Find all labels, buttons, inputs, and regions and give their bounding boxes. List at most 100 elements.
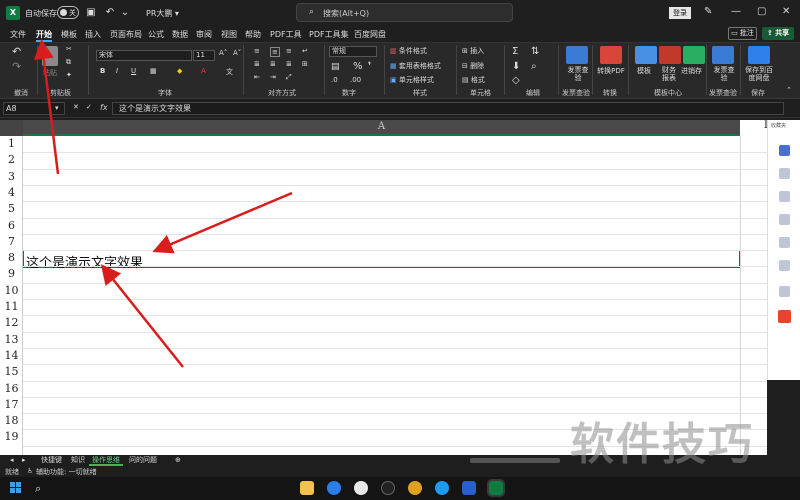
sheet-tab[interactable]: 快捷键 (38, 455, 65, 466)
undo-history-icon[interactable]: ↶ (103, 6, 117, 20)
orientation-icon[interactable]: ⤢ (286, 73, 292, 82)
save-icon[interactable]: ▣ (84, 6, 98, 20)
cell-style-button[interactable]: ▣ 单元格样式 (390, 75, 434, 85)
close-icon[interactable]: ✕ (782, 6, 790, 17)
fill-icon[interactable]: ⬇ (512, 61, 520, 72)
word-icon[interactable] (462, 481, 476, 495)
underline-icon[interactable]: U (131, 67, 136, 75)
menu-baidu-netdisk[interactable]: 百度网盘 (354, 29, 386, 40)
align-middle-icon[interactable]: ≡ (270, 47, 280, 57)
pen-icon[interactable]: ✎ (704, 6, 712, 17)
menu-pdf-toolset[interactable]: PDF工具集 (309, 29, 349, 40)
menu-insert[interactable]: 插入 (85, 29, 101, 40)
menu-home[interactable]: 开始 (36, 29, 52, 42)
find-select-icon[interactable]: ⌕ (531, 61, 537, 72)
next-sheet-icon[interactable]: ▸ (22, 456, 26, 464)
row-header[interactable]: 18 (0, 413, 23, 429)
font-size-select[interactable]: 11 (193, 50, 215, 61)
menu-view[interactable]: 视图 (221, 29, 237, 40)
format-painter-icon[interactable]: ✦ (66, 71, 72, 79)
cancel-entry-icon[interactable]: ✕ (73, 103, 79, 111)
redo-icon[interactable]: ↷ (12, 60, 21, 73)
row-header[interactable]: 11 (0, 299, 23, 315)
border-icon[interactable]: ▦ (150, 67, 157, 75)
menu-pdf-tools[interactable]: PDF工具 (270, 29, 302, 40)
confirm-entry-icon[interactable]: ✓ (86, 103, 92, 111)
row-header[interactable]: 15 (0, 364, 23, 380)
invoice-check-icon[interactable] (566, 46, 588, 64)
increase-decimal-icon[interactable]: .0 (331, 76, 338, 84)
side-tool-icon[interactable] (779, 214, 790, 225)
autosum-icon[interactable]: Σ (512, 46, 518, 57)
align-center-icon[interactable]: ≣ (270, 60, 276, 68)
side-tool-icon[interactable] (779, 237, 790, 248)
side-app-icon[interactable] (778, 310, 791, 323)
percent-icon[interactable]: % (353, 61, 363, 72)
horizontal-scrollbar[interactable] (470, 458, 560, 463)
add-sheet-icon[interactable]: ⊕ (175, 456, 181, 464)
inventory-icon[interactable] (683, 46, 705, 64)
merge-center-icon[interactable]: ⊞ (302, 60, 308, 68)
edge-icon[interactable] (435, 481, 449, 495)
share-button[interactable]: ⇪ 共享 (762, 27, 794, 40)
windows-start-icon[interactable] (10, 482, 22, 494)
sheet-tab[interactable]: 问的问题 (126, 455, 160, 466)
side-tool-icon[interactable] (779, 145, 790, 156)
align-top-icon[interactable]: ≡ (254, 47, 260, 55)
side-tool-icon[interactable] (779, 168, 790, 179)
formula-input[interactable]: 这个是演示文字效果 (112, 102, 784, 115)
decrease-decimal-icon[interactable]: .00 (350, 76, 361, 84)
format-cells-button[interactable]: ▤ 格式 (462, 75, 485, 85)
column-header-next[interactable]: I (740, 120, 767, 136)
row-header[interactable]: 19 (0, 429, 23, 445)
bold-icon[interactable]: B (100, 67, 105, 75)
decrease-indent-icon[interactable]: ⇤ (254, 73, 260, 81)
copy-icon[interactable]: ⧉ (66, 58, 71, 67)
font-name-select[interactable]: 宋体 (96, 50, 192, 61)
row-header[interactable]: 9 (0, 266, 23, 282)
increase-indent-icon[interactable]: ⇥ (270, 73, 276, 81)
select-all-corner[interactable] (0, 120, 23, 136)
align-left-icon[interactable]: ≣ (254, 60, 260, 68)
align-bottom-icon[interactable]: ≡ (286, 47, 292, 55)
menu-review[interactable]: 审阅 (196, 29, 212, 40)
clear-icon[interactable]: ◇ (512, 75, 520, 86)
number-format-select[interactable]: 常规 (329, 46, 377, 57)
row-header[interactable]: 3 (0, 169, 23, 185)
qq-icon[interactable] (381, 481, 395, 495)
row-header[interactable]: 13 (0, 332, 23, 348)
baidu-save-icon[interactable] (748, 46, 770, 64)
search-box[interactable]: ⌕ 搜索(Alt+Q) (296, 3, 513, 22)
phonetic-icon[interactable]: 文 (226, 67, 233, 77)
taskbar-search-icon[interactable]: ⌕ (35, 482, 41, 496)
menu-formulas[interactable]: 公式 (148, 29, 164, 40)
align-right-icon[interactable]: ≣ (286, 60, 292, 68)
row-header[interactable]: 2 (0, 152, 23, 168)
cut-icon[interactable]: ✂ (66, 45, 72, 53)
comma-style-icon[interactable]: ❜ (368, 61, 371, 72)
row-header[interactable]: 8 (0, 250, 23, 266)
menu-templates[interactable]: 模板 (61, 29, 77, 40)
fill-color-icon[interactable]: ◆ (177, 67, 182, 75)
maximize-icon[interactable]: ▢ (757, 6, 766, 17)
chrome-icon[interactable] (408, 481, 422, 495)
row-header[interactable]: 6 (0, 218, 23, 234)
paste-icon[interactable] (42, 46, 58, 66)
collapse-ribbon-icon[interactable]: ⌃ (786, 86, 792, 94)
increase-font-icon[interactable]: A˄ (219, 49, 227, 57)
side-tool-icon[interactable] (779, 260, 790, 271)
row-header[interactable]: 1 (0, 136, 23, 152)
menu-file[interactable]: 文件 (10, 29, 26, 40)
menu-data[interactable]: 数据 (172, 29, 188, 40)
edge-browser-icon[interactable] (327, 481, 341, 495)
side-tool-icon[interactable] (779, 191, 790, 202)
sheet-tab-active[interactable]: 操作思维 (89, 455, 123, 466)
invoice-check-2-icon[interactable] (712, 46, 734, 64)
app-icon[interactable] (354, 481, 368, 495)
table-format-button[interactable]: ▦ 套用表格格式 (390, 61, 441, 71)
file-explorer-icon[interactable] (300, 481, 314, 495)
row-header[interactable]: 16 (0, 381, 23, 397)
prev-sheet-icon[interactable]: ◂ (10, 456, 14, 464)
row-header[interactable]: 5 (0, 201, 23, 217)
row-header[interactable]: 10 (0, 283, 23, 299)
